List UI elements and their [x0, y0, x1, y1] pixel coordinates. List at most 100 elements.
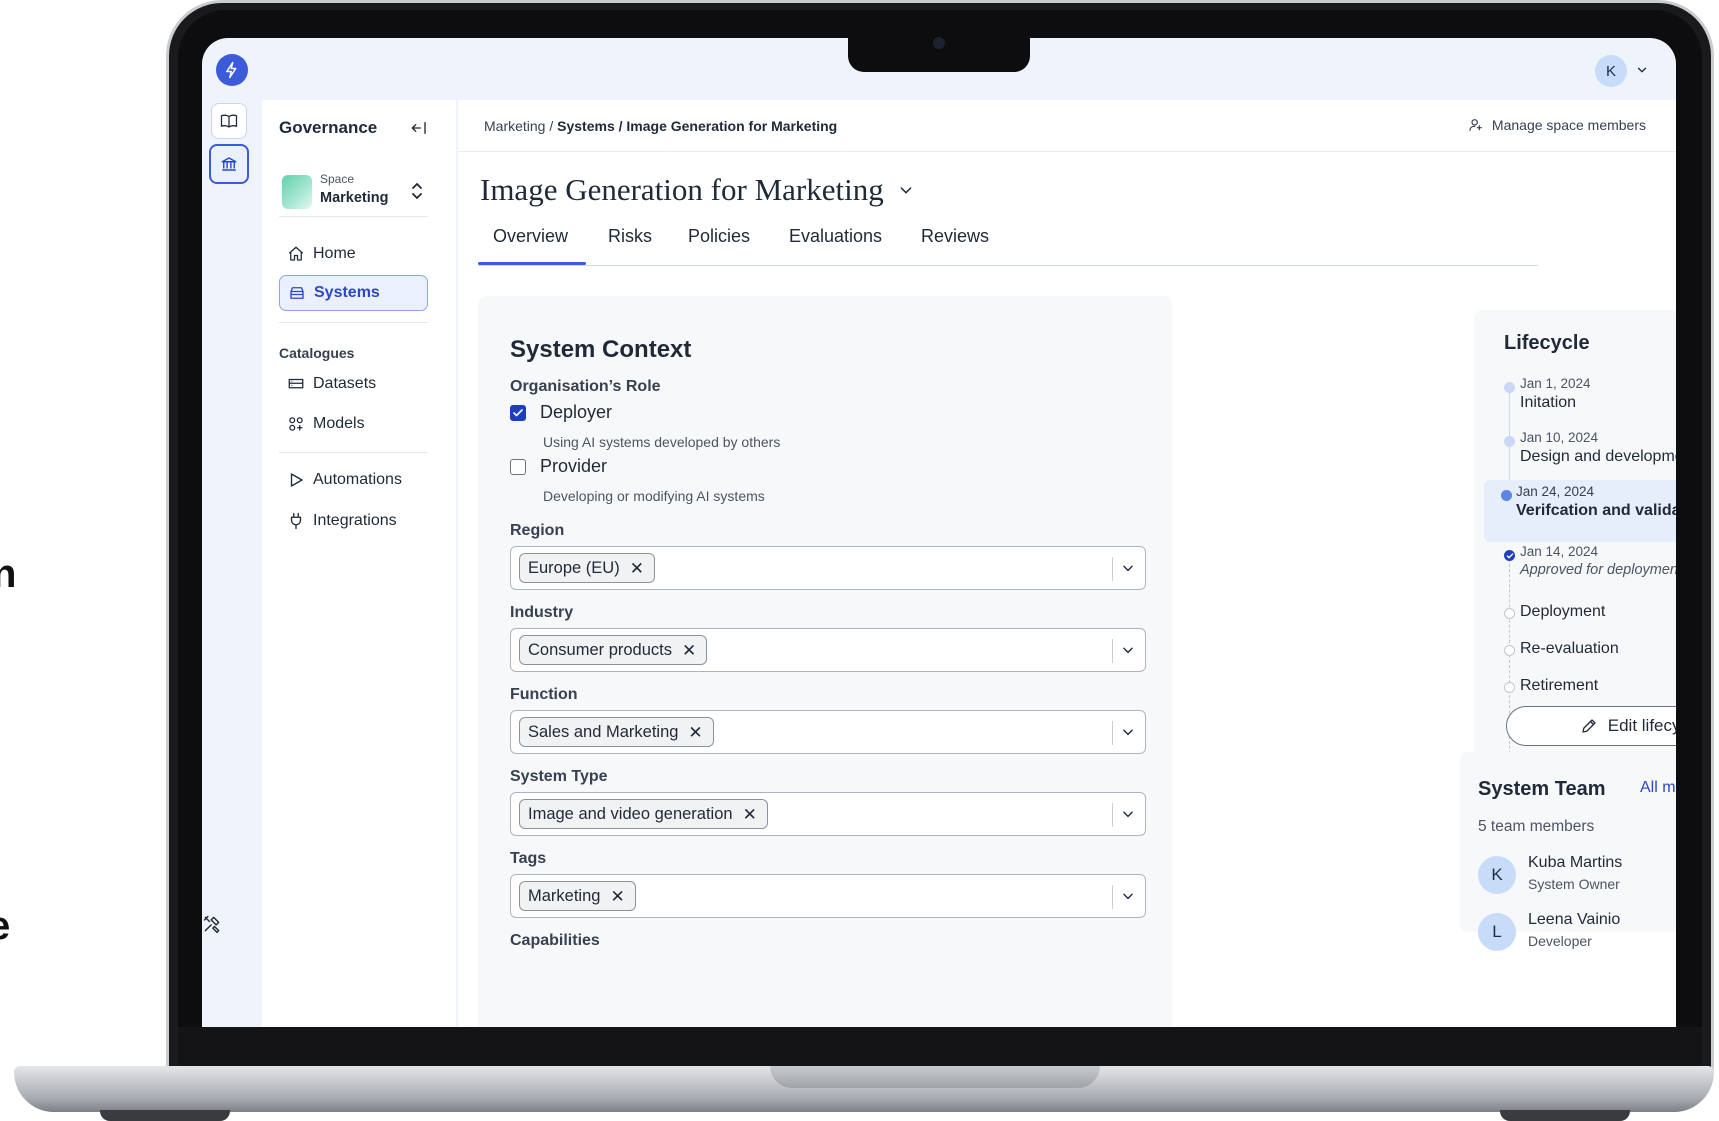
- chip-label: Sales and Marketing: [528, 722, 679, 741]
- user-avatar[interactable]: K: [1595, 55, 1627, 87]
- system-type-chip: Image and video generation ✕: [519, 799, 768, 829]
- check-circle-icon: [1504, 550, 1515, 561]
- sidebar-item-systems[interactable]: Systems: [279, 275, 428, 311]
- sidebar-item-datasets[interactable]: Datasets: [279, 366, 428, 402]
- timeline-dot: [1504, 645, 1515, 656]
- step-name: Retirement: [1520, 677, 1599, 694]
- timeline-dot: [1504, 608, 1515, 619]
- chevron-down-icon[interactable]: [1119, 805, 1137, 823]
- avatar: K: [1478, 856, 1516, 894]
- step-name: Approved for deployment: [1520, 562, 1676, 578]
- checkbox-unchecked[interactable]: [510, 458, 526, 475]
- docs-rail-button[interactable]: [211, 103, 247, 139]
- chevron-down-icon[interactable]: [1119, 887, 1137, 905]
- timeline-dot: [1504, 682, 1515, 693]
- space-label: Space: [320, 172, 355, 186]
- close-icon[interactable]: ✕: [743, 806, 757, 823]
- chevron-down-icon[interactable]: [1632, 60, 1652, 80]
- lifecycle-step-active[interactable]: Jan 24, 2024 Verifcation and validation: [1516, 484, 1676, 520]
- region-select[interactable]: Europe (EU) ✕: [510, 546, 1146, 590]
- checkbox-checked[interactable]: [510, 404, 526, 421]
- lifecycle-step: Deployment: [1520, 600, 1676, 621]
- chevron-down-icon: [900, 187, 912, 194]
- team-member[interactable]: L Leena Vainio Developer: [1478, 911, 1676, 957]
- function-select[interactable]: Sales and Marketing ✕: [510, 710, 1146, 754]
- role-label: Organisation’s Role: [510, 378, 661, 395]
- tab-policies[interactable]: Policies: [688, 226, 750, 247]
- role-description: Developing or modifying AI systems: [543, 488, 765, 504]
- governance-rail-button[interactable]: [209, 144, 249, 184]
- tab-risks[interactable]: Risks: [608, 226, 652, 247]
- close-icon[interactable]: ✕: [630, 560, 644, 577]
- step-date: Jan 1, 2024: [1520, 376, 1591, 391]
- close-icon[interactable]: ✕: [688, 724, 702, 741]
- camera-icon: [933, 37, 945, 49]
- lifecycle-step: Jan 14, 2024 Approved for deployment: [1520, 544, 1676, 578]
- lifecycle-step: Re-evaluation: [1520, 637, 1676, 658]
- tools-icon[interactable]: [202, 914, 226, 938]
- timeline-dot-active: [1501, 490, 1512, 501]
- divider: [279, 216, 428, 217]
- collapse-sidebar-icon[interactable]: [408, 118, 430, 138]
- tags-label: Tags: [510, 850, 547, 867]
- chevron-down-icon[interactable]: [1119, 723, 1137, 741]
- chip-label: Consumer products: [528, 640, 672, 659]
- chevron-down-icon[interactable]: [1119, 559, 1137, 577]
- avatar: L: [1478, 913, 1516, 951]
- all-members-label: All members: [1640, 779, 1676, 796]
- space-name: Marketing: [320, 190, 389, 206]
- tab-reviews[interactable]: Reviews: [921, 226, 989, 247]
- tab-evaluations[interactable]: Evaluations: [789, 226, 882, 247]
- breadcrumb-root[interactable]: Marketing: [484, 118, 545, 134]
- manage-members-label: Manage space members: [1491, 117, 1646, 133]
- team-member[interactable]: K Kuba Martins System Owner: [1478, 854, 1676, 900]
- industry-label: Industry: [510, 604, 574, 621]
- step-date: Jan 14, 2024: [1520, 544, 1599, 559]
- capabilities-label: Capabilities: [510, 932, 600, 949]
- step-name: Initation: [1520, 394, 1577, 411]
- edit-lifecycle-button[interactable]: Edit lifecycle: [1506, 706, 1676, 746]
- tab-overview[interactable]: Overview: [493, 226, 568, 247]
- select-separator: [1112, 721, 1113, 745]
- team-count: 5 team members: [1478, 818, 1595, 835]
- laptop-bottom-bezel: [178, 1027, 1702, 1068]
- industry-select[interactable]: Consumer products ✕: [510, 628, 1146, 672]
- timeline-line: [1509, 554, 1510, 774]
- all-members-link[interactable]: All members: [1640, 779, 1676, 797]
- updown-chevron-icon: [412, 182, 422, 200]
- step-date: Jan 24, 2024: [1516, 484, 1595, 499]
- member-role: System Owner: [1528, 876, 1620, 892]
- main-header: Marketing / Systems / Image Generation f…: [458, 100, 1676, 152]
- select-separator: [1112, 885, 1113, 909]
- manage-members-button[interactable]: Manage space members: [1468, 117, 1646, 133]
- close-icon[interactable]: ✕: [682, 642, 696, 659]
- page-title[interactable]: Image Generation for Marketing: [480, 172, 914, 208]
- tags-select[interactable]: Marketing ✕: [510, 874, 1146, 918]
- space-switcher[interactable]: Space Marketing: [280, 169, 428, 211]
- step-name: Deployment: [1520, 603, 1606, 620]
- select-separator: [1112, 803, 1113, 827]
- chevron-down-icon[interactable]: [1119, 641, 1137, 659]
- system-context-card: System Context Organisation’s Role Deplo…: [478, 296, 1172, 1027]
- lifecycle-card: Lifecycle Jan 1, 2024 Initation Jan 10, …: [1474, 310, 1676, 800]
- sidebar-item-integrations[interactable]: Integrations: [279, 503, 428, 539]
- sidebar-item-home[interactable]: Home: [279, 236, 428, 272]
- sidebar-item-label: Systems: [314, 284, 380, 301]
- function-label: Function: [510, 686, 578, 703]
- app-logo[interactable]: [216, 54, 248, 86]
- system-type-label: System Type: [510, 768, 608, 785]
- system-type-select[interactable]: Image and video generation ✕: [510, 792, 1146, 836]
- close-icon[interactable]: ✕: [610, 888, 624, 905]
- lifecycle-title: Lifecycle: [1504, 332, 1590, 354]
- tags-chip: Marketing ✕: [519, 881, 636, 911]
- role-deployer[interactable]: Deployer: [510, 402, 612, 423]
- sidebar-item-automations[interactable]: Automations: [279, 462, 428, 498]
- select-separator: [1112, 557, 1113, 581]
- breadcrumb-systems[interactable]: Systems: [557, 118, 615, 134]
- role-label-text: Provider: [540, 456, 608, 476]
- sidebar-item-models[interactable]: Models: [279, 406, 428, 442]
- sidebar-item-label: Automations: [313, 471, 402, 488]
- role-provider[interactable]: Provider: [510, 456, 607, 477]
- tab-bar: Overview Risks Policies Evaluations Revi…: [478, 222, 1538, 266]
- step-name: Verifcation and validation: [1516, 502, 1676, 519]
